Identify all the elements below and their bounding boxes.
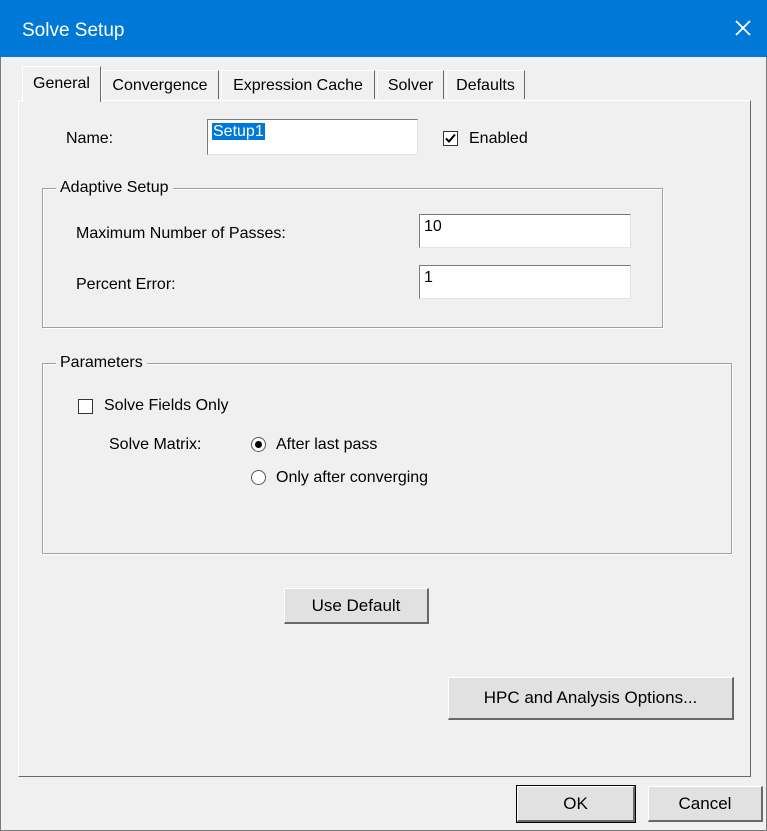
tab-label: Defaults <box>456 77 515 94</box>
enabled-checkbox[interactable] <box>443 131 458 146</box>
tab-solver[interactable]: Solver <box>377 70 444 99</box>
tab-expression-cache[interactable]: Expression Cache <box>221 70 375 99</box>
use-default-button[interactable]: Use Default <box>284 588 429 624</box>
after-last-pass-radio[interactable] <box>251 437 266 452</box>
window-title: Solve Setup <box>22 20 125 41</box>
use-default-label: Use Default <box>311 595 401 615</box>
adaptive-setup-title: Adaptive Setup <box>56 179 173 197</box>
tab-label: General <box>33 75 90 92</box>
only-after-converging-radio[interactable] <box>251 470 266 485</box>
tab-label: Solver <box>387 77 434 94</box>
cancel-label: Cancel <box>678 793 732 813</box>
radio-dot <box>255 441 262 448</box>
after-last-pass-label: After last pass <box>276 436 378 453</box>
tab-defaults[interactable]: Defaults <box>446 70 525 99</box>
only-after-converging-label: Only after converging <box>276 469 429 486</box>
close-icon[interactable] <box>729 14 757 42</box>
name-input[interactable]: Setup1 <box>207 119 418 155</box>
ok-button[interactable]: OK <box>516 785 636 823</box>
enabled-label: Enabled <box>469 130 528 147</box>
max-passes-input[interactable]: 10 <box>419 214 631 248</box>
parameters-title: Parameters <box>56 354 147 372</box>
parameters-group <box>42 363 732 554</box>
solve-matrix-label: Solve Matrix: <box>109 436 202 453</box>
tab-general[interactable]: General <box>22 66 101 102</box>
hpc-analysis-options-button[interactable]: HPC and Analysis Options... <box>448 677 734 720</box>
ok-label: OK <box>563 793 588 813</box>
checkmark-icon <box>445 133 456 143</box>
tab-label: Convergence <box>112 77 208 94</box>
solve-fields-only-checkbox[interactable] <box>78 399 93 414</box>
tab-convergence[interactable]: Convergence <box>101 70 219 99</box>
solve-fields-only-label: Solve Fields Only <box>104 397 229 414</box>
max-passes-label: Maximum Number of Passes: <box>76 225 286 242</box>
adaptive-setup-group <box>42 188 663 328</box>
title-bar[interactable]: Solve Setup <box>0 0 767 57</box>
name-value: Setup1 <box>212 123 265 140</box>
name-label: Name: <box>66 130 114 147</box>
percent-error-value: 1 <box>424 269 433 286</box>
tab-label: Expression Cache <box>233 77 363 94</box>
hpc-analysis-options-label: HPC and Analysis Options... <box>483 688 698 707</box>
max-passes-value: 10 <box>424 218 442 235</box>
cancel-button[interactable]: Cancel <box>648 786 763 822</box>
percent-error-input[interactable]: 1 <box>419 265 631 299</box>
percent-error-label: Percent Error: <box>76 276 176 293</box>
